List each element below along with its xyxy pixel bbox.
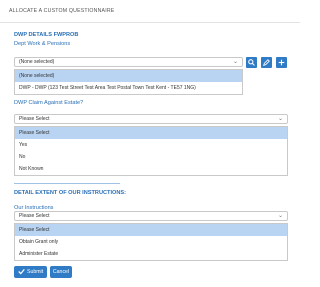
dropdown-option[interactable]: No — [15, 151, 287, 163]
chevron-down-icon: ⌄ — [232, 59, 238, 65]
pencil-icon — [263, 59, 270, 66]
dropdown-option[interactable]: Please Select — [15, 224, 287, 236]
submit-button-label: Submit — [27, 269, 44, 275]
dept-work-pensions-select-value: (None selected) — [19, 59, 55, 65]
our-instructions-select-value: Please Select — [19, 213, 50, 219]
dropdown-option[interactable]: Administer Estate — [15, 248, 287, 260]
claim-against-estate-select[interactable]: Please Select ⌄ — [14, 114, 288, 124]
chevron-down-icon: ⌄ — [277, 116, 283, 122]
cancel-button-label: Cancel — [52, 269, 70, 275]
instructions-section-title: DETAIL EXTENT OF OUR INSTRUCTIONS: — [14, 190, 126, 196]
claim-against-estate-dropdown: Please Select Yes No Not Known — [14, 126, 288, 176]
our-instructions-dropdown: Please Select Obtain Grant only Administ… — [14, 223, 288, 261]
submit-button[interactable]: Submit — [14, 266, 47, 278]
claim-against-estate-label: DWP Claim Against Estate? — [14, 100, 84, 106]
claim-against-estate-select-value: Please Select — [19, 116, 50, 122]
dropdown-option[interactable]: Obtain Grant only — [15, 236, 287, 248]
dept-work-pensions-dropdown: (None selected) DWP - DWP (123 Test Stre… — [14, 69, 243, 95]
dropdown-option[interactable]: Not Known — [15, 163, 287, 175]
search-button[interactable] — [246, 57, 257, 68]
chevron-down-icon: ⌄ — [277, 213, 283, 219]
dropdown-option[interactable]: DWP - DWP (123 Test Street Test Area Tes… — [15, 82, 242, 94]
dwp-details-title: DWP DETAILS FWPROB — [14, 32, 79, 38]
page-title: ALLOCATE A CUSTOM QUESTIONNAIRE — [9, 8, 115, 14]
dropdown-option[interactable]: (None selected) — [15, 70, 242, 82]
section-divider — [14, 183, 120, 184]
search-icon — [248, 59, 255, 66]
dropdown-option[interactable]: Yes — [15, 139, 287, 151]
edit-button[interactable] — [261, 57, 272, 68]
add-button[interactable] — [276, 57, 287, 68]
dept-work-pensions-select[interactable]: (None selected) ⌄ — [14, 57, 243, 67]
cancel-button[interactable]: Cancel — [50, 266, 72, 278]
dept-work-pensions-label: Dept Work & Pensions — [14, 41, 71, 47]
plus-icon — [278, 59, 285, 66]
page-header: ALLOCATE A CUSTOM QUESTIONNAIRE — [0, 0, 300, 23]
checkmark-icon — [18, 268, 25, 275]
dropdown-option[interactable]: Please Select — [15, 127, 287, 139]
our-instructions-select[interactable]: Please Select ⌄ — [14, 211, 288, 221]
